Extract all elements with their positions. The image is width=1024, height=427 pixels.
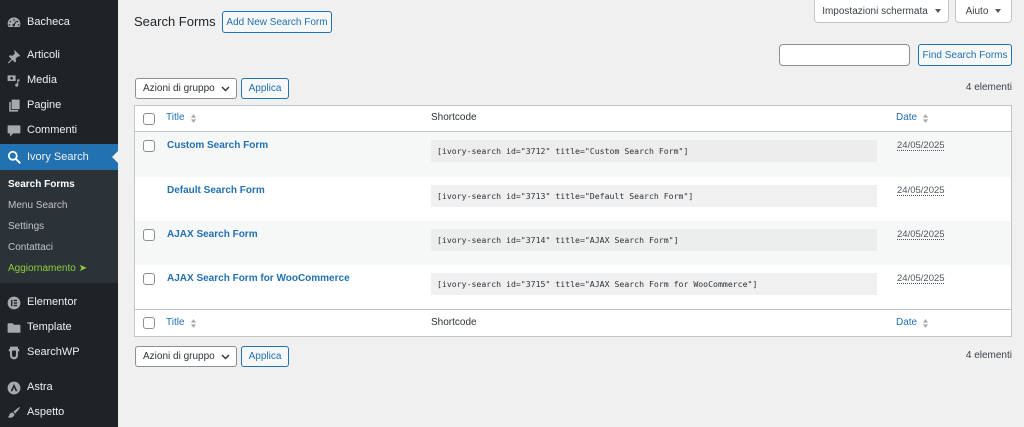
submenu-item-menu-search[interactable]: Menu Search	[8, 195, 67, 216]
media-icon	[6, 73, 22, 89]
sidebar-item-pagine[interactable]: Pagine	[0, 93, 118, 118]
row-title-link[interactable]: AJAX Search Form	[167, 229, 258, 241]
searchwp-icon	[6, 345, 22, 361]
page-title: Search Forms	[134, 14, 216, 29]
bulk-actions-select[interactable]: Azioni di gruppo	[135, 78, 237, 99]
shortcode-field[interactable]: [ivory-search id="3712" title="Custom Se…	[431, 140, 877, 162]
sidebar-item-astra[interactable]: Astra	[0, 375, 118, 400]
search-icon	[6, 149, 22, 165]
submenu-item-search-forms[interactable]: Search Forms	[8, 174, 75, 195]
select-all-checkbox[interactable]	[143, 113, 155, 125]
sort-icon	[190, 113, 196, 123]
find-search-forms-button[interactable]: Find Search Forms	[918, 44, 1012, 66]
sidebar-item-label: Ivory Search	[27, 151, 89, 163]
sidebar-item-label: Astra	[27, 381, 53, 393]
sidebar-item-label: Aspetto	[27, 406, 65, 418]
sidebar-item-label: Elementor	[27, 296, 78, 308]
column-header-title-label: Title	[166, 112, 185, 123]
sort-icon	[923, 113, 929, 123]
pin-icon	[6, 48, 22, 64]
caret-down-icon	[995, 9, 1002, 13]
row-date: 24/05/2025	[897, 185, 945, 196]
items-count-bottom: 4 elementi	[965, 350, 1012, 361]
table-header: Title Shortcode Date	[135, 106, 1011, 132]
pages-icon	[6, 98, 22, 114]
sidebar-item-label: Media	[27, 74, 57, 86]
screen-options-button[interactable]: Impostazioni schermata	[814, 0, 949, 23]
screen-options-label: Impostazioni schermata	[822, 5, 928, 17]
caret-down-icon	[934, 9, 941, 13]
sidebar-item-aspetto[interactable]: Aspetto	[0, 400, 118, 425]
bulk-actions-selected: Azioni di gruppo	[143, 83, 215, 94]
submenu-item-aggiornamento[interactable]: Aggiornamento ➤	[8, 258, 87, 279]
add-new-search-form-button[interactable]: Add New Search Form	[222, 11, 332, 33]
table-row: AJAX Search Form [ivory-search id="3714"…	[135, 221, 1011, 265]
chevron-down-icon	[221, 86, 230, 92]
sort-icon	[923, 318, 929, 328]
sidebar-item-searchwp[interactable]: SearchWP	[0, 340, 118, 365]
row-checkbox[interactable]	[143, 140, 155, 152]
sidebar-item-label: Commenti	[27, 124, 78, 136]
help-label: Aiuto	[965, 5, 989, 17]
shortcode-field[interactable]: [ivory-search id="3713" title="Default S…	[431, 185, 877, 207]
table-row: Default Search Form [ivory-search id="37…	[135, 177, 1011, 221]
column-header-title[interactable]: Title	[166, 112, 197, 124]
table-row: AJAX Search Form for WooCommerce [ivory-…	[135, 265, 1011, 309]
column-header-date-label: Date	[896, 112, 918, 123]
sidebar-item-commenti[interactable]: Commenti	[0, 118, 118, 143]
admin-sidebar: Bacheca Articoli Media Pagine Commenti I…	[0, 0, 118, 427]
current-menu-arrow	[112, 151, 118, 163]
submenu-item-contattaci[interactable]: Contattaci	[8, 237, 53, 258]
column-footer-shortcode: Shortcode	[431, 317, 477, 328]
row-title-link[interactable]: AJAX Search Form for WooCommerce	[167, 273, 350, 285]
shortcode-field[interactable]: [ivory-search id="3715" title="AJAX Sear…	[431, 273, 877, 295]
select-all-checkbox[interactable]	[143, 317, 155, 329]
sidebar-item-label: Articoli	[27, 49, 61, 61]
sidebar-item-label: Bacheca	[27, 16, 70, 28]
sidebar-item-label: Template	[27, 321, 72, 333]
bulk-actions-select-bottom[interactable]: Azioni di gruppo	[135, 346, 237, 367]
bulk-actions-selected: Azioni di gruppo	[143, 351, 215, 362]
sidebar-item-elementor[interactable]: Elementor	[0, 290, 118, 315]
help-button[interactable]: Aiuto	[955, 0, 1012, 23]
sidebar-item-media[interactable]: Media	[0, 68, 118, 93]
dashboard-icon	[6, 15, 22, 31]
chevron-down-icon	[221, 354, 230, 360]
row-title-link[interactable]: Custom Search Form	[167, 140, 268, 152]
ivory-search-submenu: Search Forms Menu Search Settings Contat…	[0, 170, 118, 283]
column-footer-title-label: Title	[166, 317, 185, 328]
brush-icon	[6, 405, 22, 421]
table-footer: Title Shortcode Date	[135, 309, 1011, 336]
apply-button-bottom[interactable]: Applica	[241, 346, 289, 367]
column-header-shortcode: Shortcode	[431, 112, 477, 123]
sidebar-item-bacheca[interactable]: Bacheca	[0, 10, 118, 35]
column-footer-date[interactable]: Date	[896, 317, 929, 329]
row-checkbox[interactable]	[143, 273, 155, 285]
sidebar-item-template[interactable]: Template	[0, 315, 118, 340]
sidebar-item-label: Pagine	[27, 99, 62, 111]
row-title-link[interactable]: Default Search Form	[167, 185, 265, 197]
folder-icon	[6, 320, 22, 336]
sidebar-item-label: SearchWP	[27, 346, 80, 358]
sidebar-item-articoli[interactable]: Articoli	[0, 43, 118, 68]
submenu-item-settings[interactable]: Settings	[8, 216, 44, 237]
search-input[interactable]	[779, 44, 910, 66]
column-footer-date-label: Date	[896, 317, 918, 328]
row-date: 24/05/2025	[897, 229, 945, 240]
sidebar-item-ivory-search[interactable]: Ivory Search	[0, 144, 118, 170]
shortcode-field[interactable]: [ivory-search id="3714" title="AJAX Sear…	[431, 229, 877, 251]
table-row: Custom Search Form [ivory-search id="371…	[135, 132, 1011, 177]
sort-icon	[190, 318, 196, 328]
items-count: 4 elementi	[965, 82, 1012, 93]
search-forms-table: Title Shortcode Date Custom Search Form …	[134, 105, 1012, 337]
apply-button[interactable]: Applica	[241, 78, 289, 99]
astra-icon	[6, 380, 22, 396]
row-date: 24/05/2025	[897, 140, 945, 151]
column-header-date[interactable]: Date	[896, 112, 929, 124]
row-date: 24/05/2025	[897, 273, 945, 284]
column-footer-title[interactable]: Title	[166, 317, 197, 329]
row-checkbox[interactable]	[143, 229, 155, 241]
elementor-icon	[6, 295, 22, 311]
comments-icon	[6, 123, 22, 139]
